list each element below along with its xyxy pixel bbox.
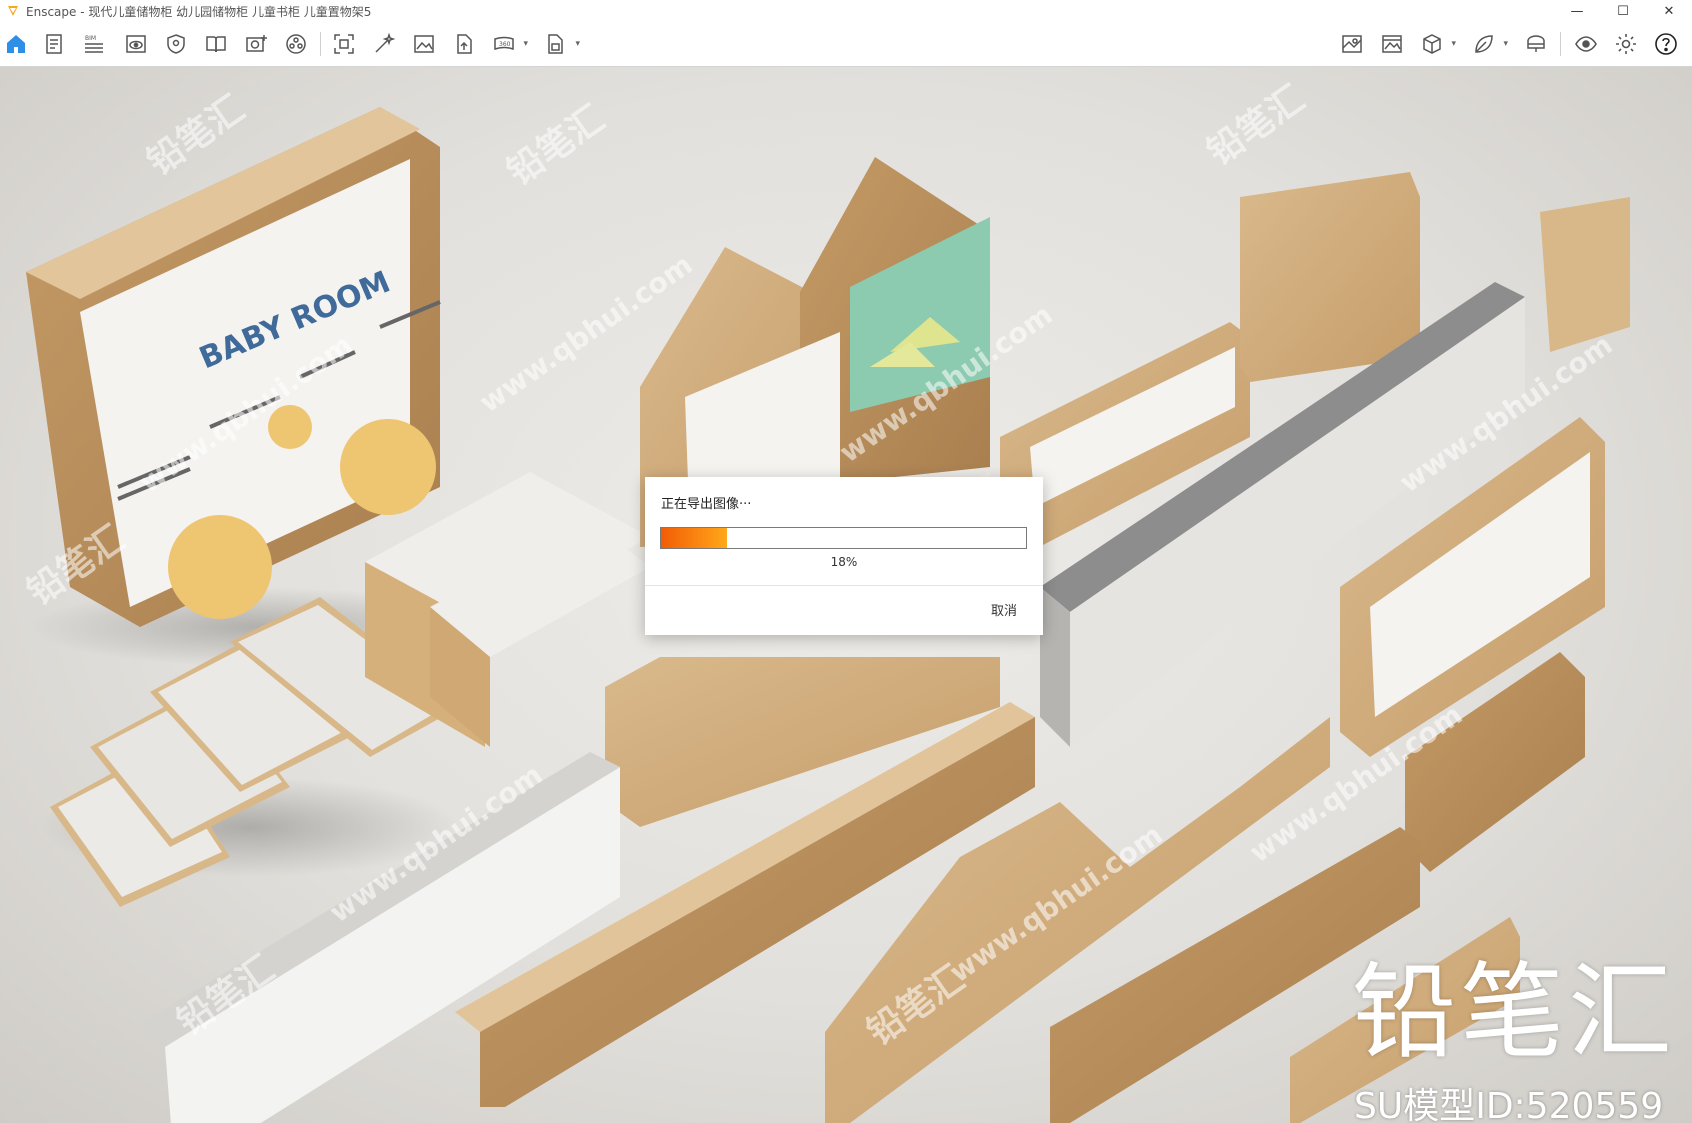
window-controls: — ☐ ✕ [1554,0,1692,22]
screenshot-button[interactable] [330,30,358,58]
svg-text:BIM: BIM [85,35,96,42]
cube-icon [1423,34,1441,54]
chevron-down-icon[interactable]: ▾ [575,39,580,49]
svg-text:360: 360 [499,41,511,48]
visibility-icon [1575,36,1597,52]
chevron-down-icon[interactable]: ▾ [523,39,528,49]
magic-wand-icon [375,32,396,53]
help-button[interactable] [1652,30,1680,58]
home-button[interactable] [2,30,30,58]
book-icon [206,36,226,53]
settings-button[interactable] [1612,30,1640,58]
panorama-button[interactable]: 360 ▾ [490,30,528,58]
file-export-icon [457,34,472,54]
document-icon [46,34,62,54]
progress-bar [660,527,1027,549]
toolbar-separator [320,32,321,56]
home-icon [7,35,25,53]
window-title: Enscape - 现代儿童储物柜 幼儿园储物柜 儿童书柜 儿童置物架5 [26,4,372,19]
image-export-button[interactable] [410,30,438,58]
brand-watermark: 铅笔汇 [1352,951,1677,1073]
map-icon [1342,35,1362,53]
batch-export-button[interactable]: ▾ [542,30,580,58]
bim-icon: BIM [85,35,103,53]
progress-fill [661,528,727,548]
vr-headset-icon [1527,35,1545,52]
chevron-down-icon[interactable]: ▾ [1451,39,1456,49]
image-export-icon [414,35,434,53]
close-button[interactable]: ✕ [1646,0,1692,22]
camera-plus-icon [246,35,267,52]
progress-percent: 18% [830,555,858,569]
settings-icon [1616,34,1636,54]
shield-icon [167,34,185,54]
visibility-button[interactable] [1572,30,1600,58]
export-progress-dialog: 正在导出图像··· 18% 取消 [645,477,1043,635]
view-eye-icon [126,35,146,53]
asset-library-button[interactable] [282,30,310,58]
model-id-watermark: SU模型ID:520559 [1354,1086,1664,1123]
dialog-divider [645,585,1043,586]
batch-export-icon [548,34,563,54]
enscape-logo-icon [8,6,18,16]
minimize-button[interactable]: — [1554,0,1600,22]
asset-library-icon [286,34,306,54]
image-button[interactable] [1378,30,1406,58]
file-export-button[interactable] [450,30,478,58]
cancel-button[interactable]: 取消 [991,600,1017,619]
shield-button[interactable] [162,30,190,58]
bim-button[interactable]: BIM [80,30,108,58]
vr-button[interactable] [1522,30,1550,58]
screenshot-icon [334,34,354,54]
magic-wand-button[interactable] [370,30,398,58]
leaf-icon [1475,35,1493,53]
toolbar-separator [1560,32,1561,56]
chevron-down-icon[interactable]: ▾ [1503,39,1508,49]
toolbar: BIM 360 ▾ ▾ ▾ ▾ [0,22,1692,90]
help-icon [1655,33,1677,55]
book-button[interactable] [202,30,230,58]
title-bar: Enscape - 现代儿童储物柜 幼儿园储物柜 儿童书柜 儿童置物架5 — ☐… [0,0,1692,22]
camera-button[interactable] [242,30,270,58]
export-message: 正在导出图像··· [661,497,752,512]
panorama-icon: 360 [494,36,514,51]
document-button[interactable] [40,30,68,58]
maximize-button[interactable]: ☐ [1600,0,1646,22]
image-icon [1382,35,1402,53]
cube-button[interactable]: ▾ [1418,30,1456,58]
leaf-button[interactable]: ▾ [1470,30,1508,58]
view-button[interactable] [122,30,150,58]
map-button[interactable] [1338,30,1366,58]
